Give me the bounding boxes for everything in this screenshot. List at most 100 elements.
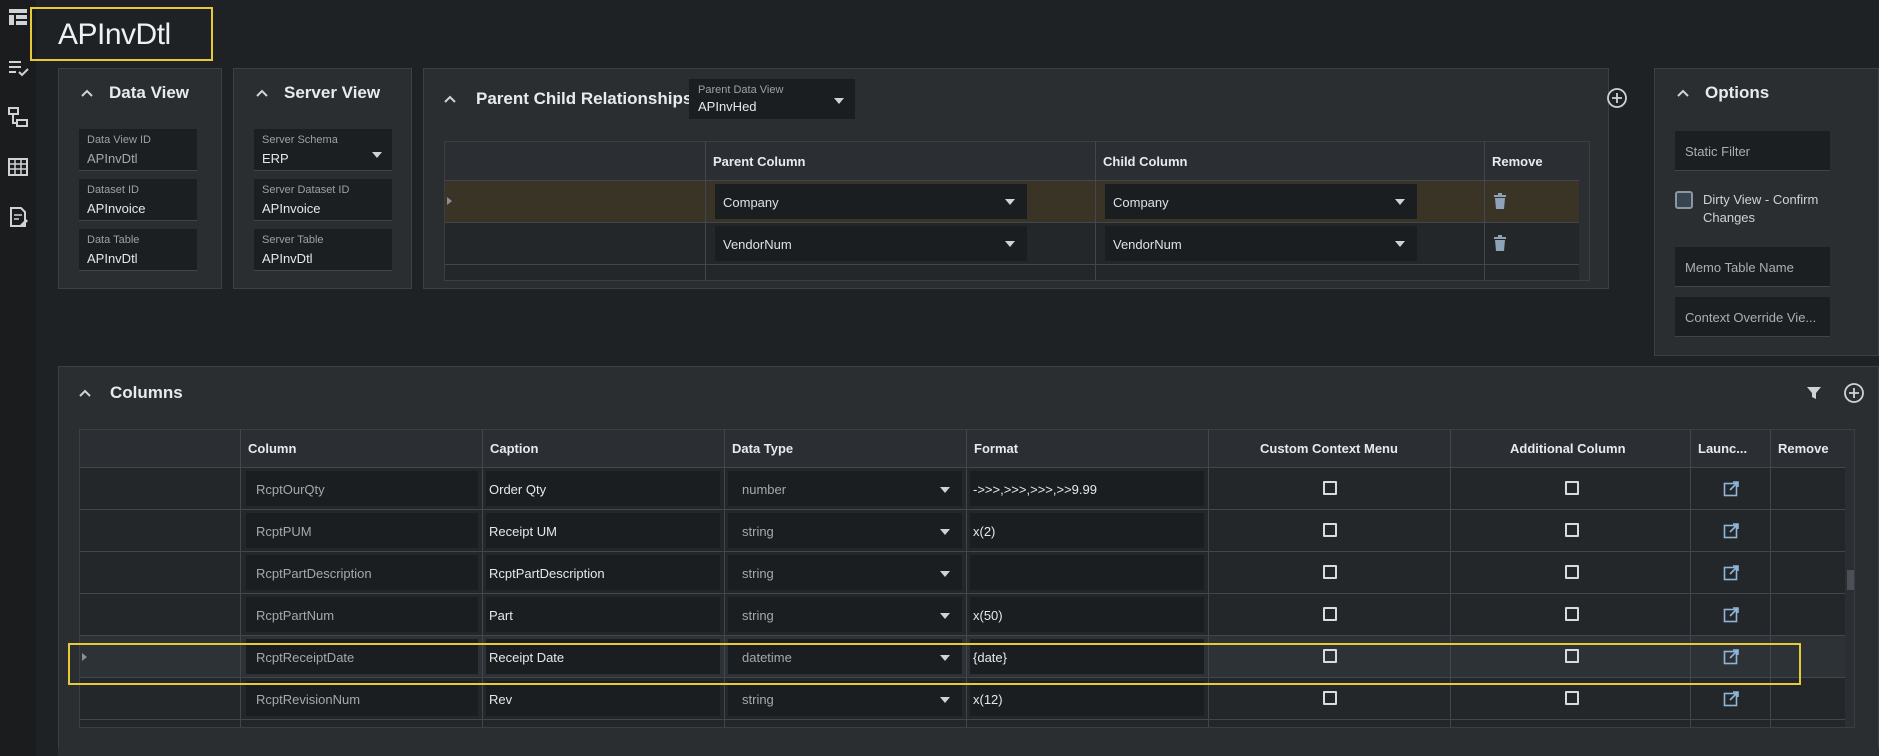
chevron-up-icon[interactable] [79,85,95,101]
data-type-dropdown[interactable]: datetime [728,639,962,674]
custom-context-menu-checkbox[interactable] [1323,607,1337,621]
server-schema-dropdown[interactable]: Server Schema ERP [254,129,392,171]
header-parent-column[interactable]: Parent Column [713,154,805,169]
additional-column-checkbox[interactable] [1565,565,1579,579]
header-column[interactable]: Column [248,441,296,456]
custom-context-menu-checkbox[interactable] [1323,481,1337,495]
custom-context-menu-checkbox[interactable] [1323,691,1337,705]
tree-structure-icon[interactable] [7,106,29,128]
child-column-dropdown[interactable]: Company [1105,184,1417,219]
grid-layout-icon[interactable] [7,6,29,28]
filter-icon[interactable] [1806,385,1822,401]
header-child-column[interactable]: Child Column [1103,154,1188,169]
format-field[interactable]: x(50) [970,597,1204,632]
data-type-dropdown[interactable]: string [728,681,962,716]
additional-column-checkbox[interactable] [1565,523,1579,537]
chevron-down-icon[interactable] [940,655,950,661]
chevron-down-icon[interactable] [1395,241,1405,247]
child-column-dropdown[interactable]: VendorNum [1105,226,1417,261]
parent-column-dropdown[interactable]: Company [715,184,1027,219]
caption-field[interactable]: Rev [486,681,720,716]
data-table-field[interactable]: Data Table APInvDtl [79,229,197,271]
cell-text: Receipt UM [489,524,557,539]
parent-data-view-dropdown[interactable]: Parent Data View APInvHed [689,79,855,119]
custom-context-menu-checkbox[interactable] [1323,649,1337,663]
edit-document-icon[interactable] [7,206,29,228]
header-remove[interactable]: Remove [1778,441,1829,456]
table-row[interactable]: RcptReceiptDate Receipt Date datetime {d… [80,636,1845,678]
trash-icon[interactable] [1493,193,1507,209]
custom-context-menu-checkbox[interactable] [1323,565,1337,579]
grid-scrollbar[interactable] [1845,430,1854,727]
header-data-type[interactable]: Data Type [732,441,793,456]
server-dataset-id-field[interactable]: Server Dataset ID APInvoice [254,179,392,221]
external-link-icon[interactable] [1723,523,1739,539]
caption-field[interactable]: Order Qty [486,471,720,506]
memo-table-name-field[interactable]: Memo Table Name [1675,247,1830,287]
chevron-up-icon[interactable] [442,91,458,107]
chevron-down-icon[interactable] [940,487,950,493]
chevron-down-icon[interactable] [940,697,950,703]
grid-scrollbar[interactable] [1579,142,1589,280]
chevron-up-icon[interactable] [254,85,270,101]
external-link-icon[interactable] [1723,565,1739,581]
header-format[interactable]: Format [974,441,1018,456]
external-link-icon[interactable] [1723,481,1739,497]
chevron-down-icon[interactable] [940,571,950,577]
format-field[interactable]: x(12) [970,681,1204,716]
data-type-dropdown[interactable]: string [728,597,962,632]
context-override-view-field[interactable]: Context Override Vie... [1675,297,1830,337]
table-row[interactable]: RcptOurQty Order Qty number ->>>,>>>,>>>… [80,468,1845,510]
add-circle-icon[interactable] [1843,382,1865,404]
chevron-down-icon[interactable] [1005,199,1015,205]
table-icon[interactable] [7,156,29,178]
format-field[interactable]: ->>>,>>>,>>>,>>9.99 [970,471,1204,506]
header-custom-context-menu[interactable]: Custom Context Menu [1260,441,1398,456]
custom-context-menu-checkbox[interactable] [1323,523,1337,537]
header-remove[interactable]: Remove [1492,154,1543,169]
caption-field[interactable]: Part [486,597,720,632]
data-type-dropdown[interactable]: string [728,555,962,590]
table-row[interactable]: RcptPartNum Part string x(50) [80,594,1845,636]
external-link-icon[interactable] [1723,649,1739,665]
table-row[interactable]: RcptRevisionNum Rev string x(12) [80,678,1845,720]
chevron-down-icon[interactable] [1395,199,1405,205]
header-launch[interactable]: Launc... [1698,441,1747,456]
dirty-view-checkbox[interactable] [1675,191,1693,209]
dataset-id-field[interactable]: Dataset ID APInvoice [79,179,197,221]
additional-column-checkbox[interactable] [1565,481,1579,495]
trash-icon[interactable] [1493,235,1507,251]
format-field[interactable]: {date} [970,639,1204,674]
external-link-icon[interactable] [1723,691,1739,707]
data-type-dropdown[interactable]: string [728,513,962,548]
caption-field[interactable]: RcptPartDescription [486,555,720,590]
chevron-down-icon[interactable] [940,529,950,535]
additional-column-checkbox[interactable] [1565,649,1579,663]
server-table-field[interactable]: Server Table APInvDtl [254,229,392,271]
chevron-down-icon[interactable] [940,613,950,619]
format-field[interactable]: x(2) [970,513,1204,548]
header-caption[interactable]: Caption [490,441,538,456]
chevron-up-icon[interactable] [77,385,93,401]
table-row[interactable]: RcptPUM Receipt UM string x(2) [80,510,1845,552]
external-link-icon[interactable] [1723,607,1739,623]
caption-field[interactable]: Receipt UM [486,513,720,548]
cell-text: Part [489,608,513,623]
additional-column-checkbox[interactable] [1565,691,1579,705]
table-row[interactable]: RcptPartDescription RcptPartDescription … [80,552,1845,594]
parent-column-dropdown[interactable]: VendorNum [715,226,1027,261]
add-circle-icon[interactable] [1606,87,1628,109]
chevron-up-icon[interactable] [1675,85,1691,101]
header-additional-column[interactable]: Additional Column [1510,441,1626,456]
chevron-down-icon[interactable] [1005,241,1015,247]
cell-text: RcptPartDescription [256,566,372,581]
caption-field[interactable]: Receipt Date [486,639,720,674]
chevron-down-icon[interactable] [834,98,844,104]
format-field[interactable] [970,555,1204,590]
additional-column-checkbox[interactable] [1565,607,1579,621]
data-type-dropdown[interactable]: number [728,471,962,506]
scrollbar-thumb[interactable] [1847,570,1854,590]
static-filter-field[interactable]: Static Filter [1675,131,1830,171]
chevron-down-icon[interactable] [372,152,382,158]
list-check-icon[interactable] [7,56,29,78]
